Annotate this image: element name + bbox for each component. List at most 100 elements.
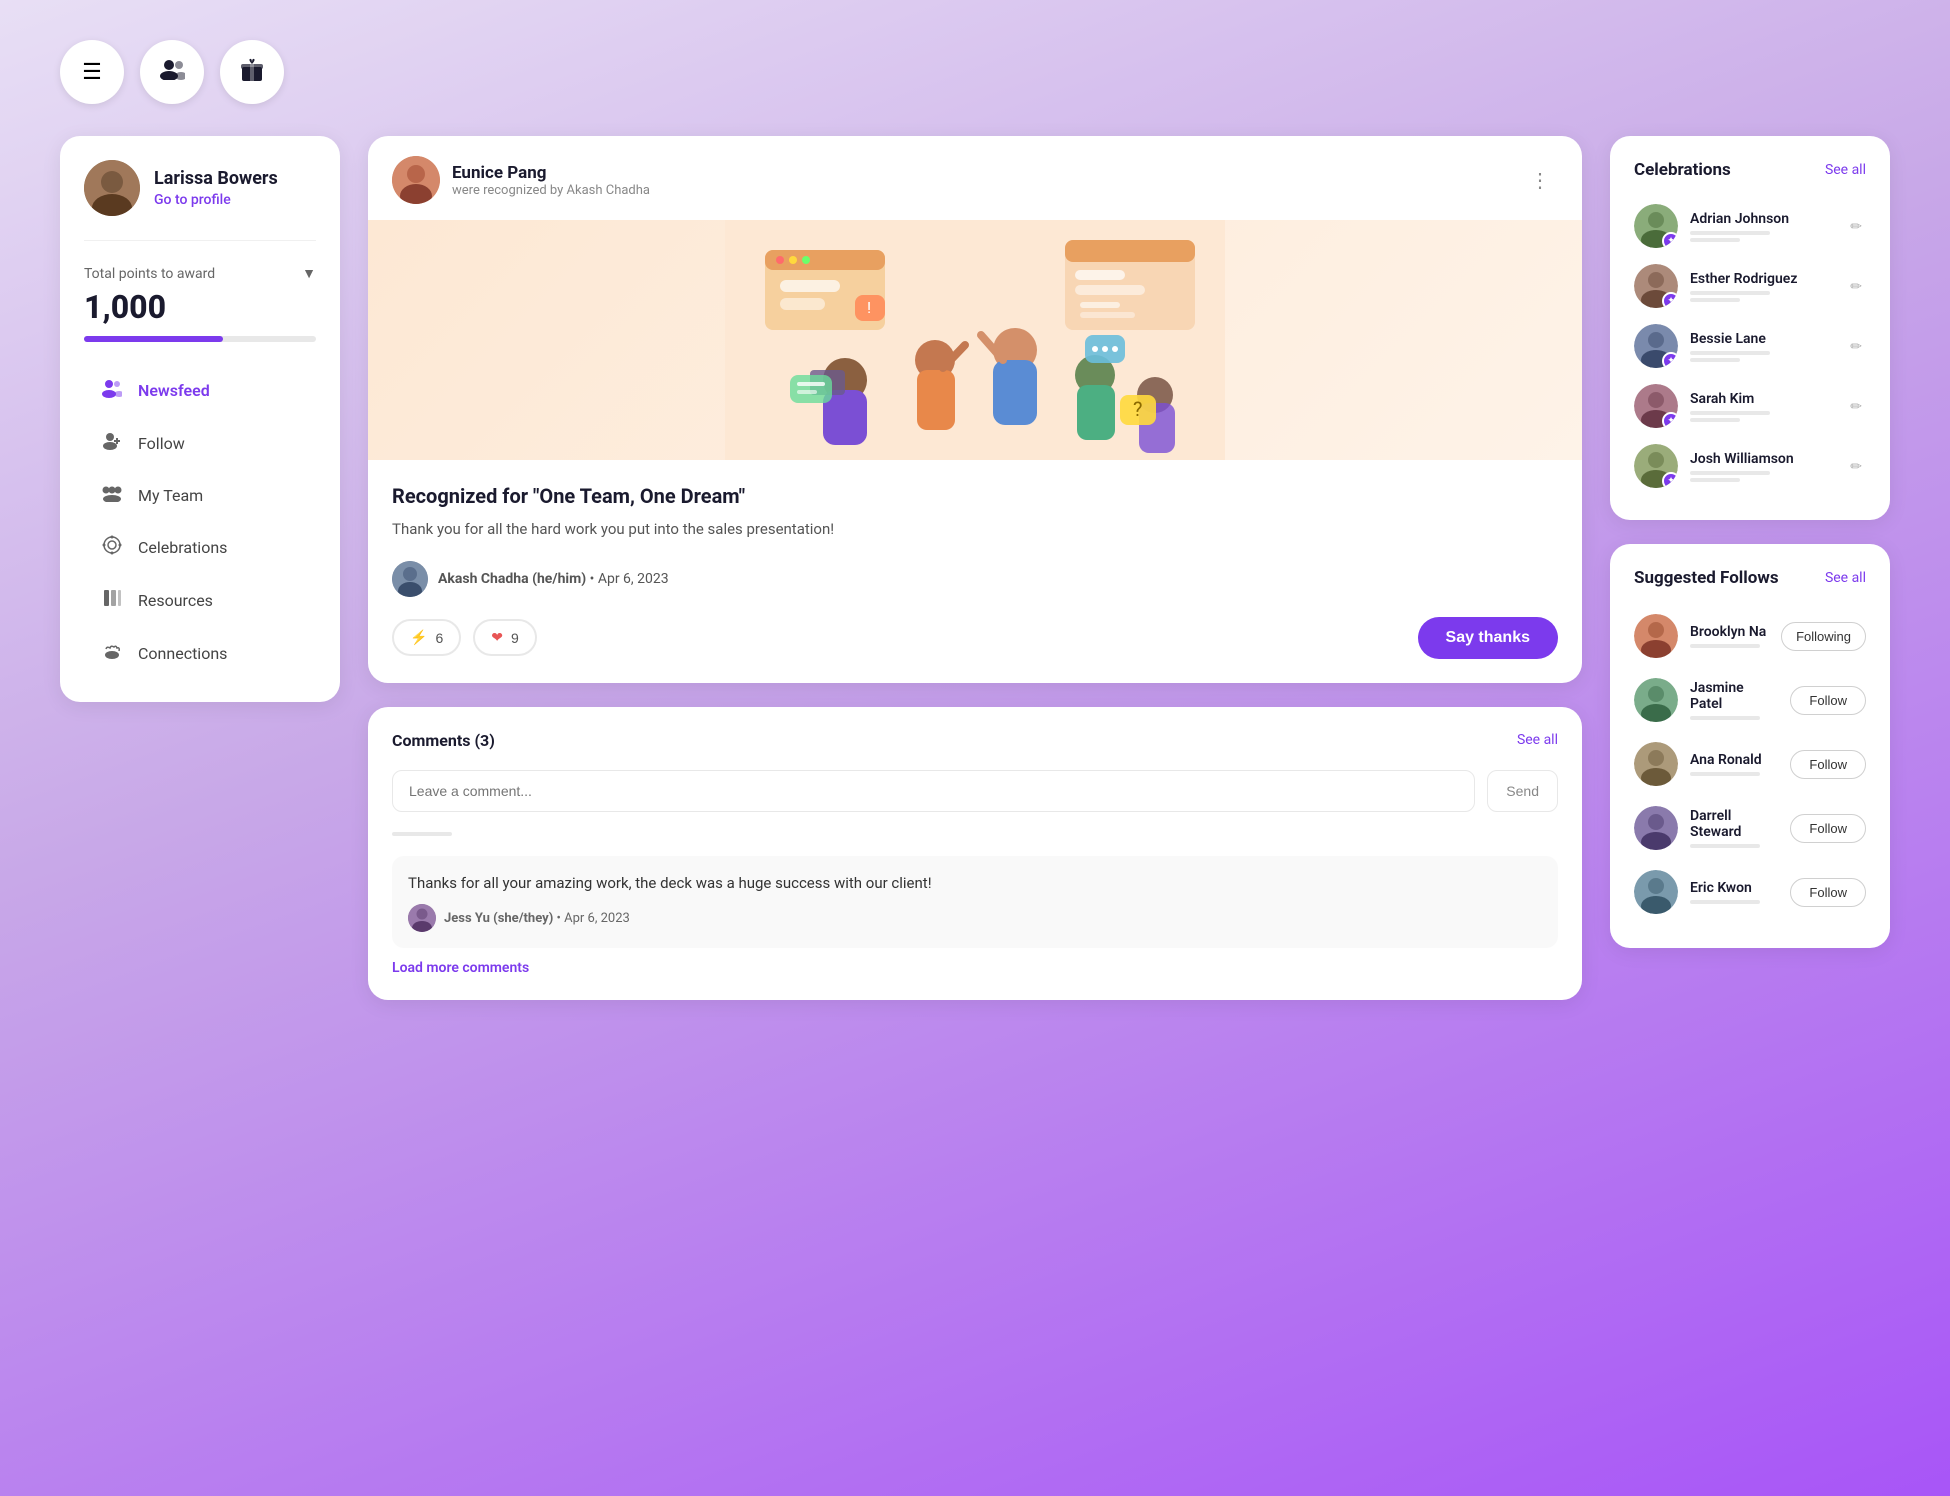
comment-author-avatar	[408, 904, 436, 932]
celebration-info: Esther Rodriguez	[1690, 271, 1834, 302]
newsfeed-icon	[100, 378, 124, 403]
post-user-name: Eunice Pang	[452, 163, 650, 183]
post-meta: Akash Chadha (he/him) • Apr 6, 2023	[392, 561, 1558, 597]
sidebar-item-resources[interactable]: Resources	[84, 576, 316, 625]
suggestion-info: Brooklyn Na	[1690, 624, 1769, 648]
follow-button[interactable]: Follow	[1790, 686, 1866, 715]
sidebar-item-connections[interactable]: Connections	[84, 629, 316, 678]
lightning-count: 6	[435, 630, 443, 646]
comment-item: Thanks for all your amazing work, the de…	[392, 856, 1558, 949]
post-author-avatar	[392, 156, 440, 204]
post-author-avatar-small	[392, 561, 428, 597]
follow-icon	[100, 431, 124, 456]
svg-text:?: ?	[1133, 397, 1142, 421]
sidebar-item-myteam[interactable]: My Team	[84, 472, 316, 519]
suggestion-bar	[1690, 844, 1760, 848]
celebrations-card: Celebrations See all ✦ Adrian J	[1610, 136, 1890, 520]
sidebar-item-newsfeed[interactable]: Newsfeed	[84, 366, 316, 415]
celebration-item: ✦ Esther Rodriguez ✏	[1634, 256, 1866, 316]
profile-section: Larissa Bowers Go to profile	[84, 160, 316, 241]
celebration-edit-button[interactable]: ✏	[1846, 214, 1866, 239]
heart-reaction-button[interactable]: ❤ 9	[473, 619, 537, 656]
celebration-edit-button[interactable]: ✏	[1846, 274, 1866, 299]
menu-button[interactable]: ☰	[60, 40, 124, 104]
heart-icon: ❤	[491, 629, 503, 646]
celebration-info: Bessie Lane	[1690, 331, 1834, 362]
celebration-edit-button[interactable]: ✏	[1846, 334, 1866, 359]
main-layout: Larissa Bowers Go to profile Total point…	[60, 136, 1890, 1000]
post-header: Eunice Pang were recognized by Akash Cha…	[368, 136, 1582, 220]
connections-icon	[100, 641, 124, 666]
celebrations-list: ✦ Adrian Johnson ✏	[1634, 196, 1866, 496]
suggestion-info: Darrell Steward	[1690, 808, 1778, 848]
following-button[interactable]: Following	[1781, 622, 1866, 651]
people-icon	[159, 58, 185, 86]
comments-see-all-link[interactable]: See all	[1517, 732, 1558, 748]
people-button[interactable]	[140, 40, 204, 104]
points-value: 1,000	[84, 288, 316, 326]
comment-meta: Jess Yu (she/they) • Apr 6, 2023	[408, 904, 1542, 932]
celebrations-icon	[100, 535, 124, 560]
go-to-profile-link[interactable]: Go to profile	[154, 192, 231, 208]
post-user-subtitle: were recognized by Akash Chadha	[452, 183, 650, 198]
follow-button[interactable]: Follow	[1790, 814, 1866, 843]
celebration-badge-icon: ✦	[1662, 472, 1678, 488]
bar-line-short	[1690, 358, 1740, 362]
celebration-badge-icon: ✦	[1662, 232, 1678, 248]
comment-input[interactable]	[392, 770, 1475, 812]
gift-button[interactable]	[220, 40, 284, 104]
points-dropdown-icon[interactable]: ▼	[302, 265, 316, 282]
sidebar-item-follow[interactable]: Follow	[84, 419, 316, 468]
celebration-avatar: ✦	[1634, 204, 1678, 248]
celebrations-header: Celebrations See all	[1634, 160, 1866, 180]
suggested-follows-see-all-link[interactable]: See all	[1825, 570, 1866, 586]
post-actions: ⚡ 6 ❤ 9 Say thanks	[392, 617, 1558, 659]
lightning-reaction-button[interactable]: ⚡ 6	[392, 619, 461, 656]
follow-button[interactable]: Follow	[1790, 878, 1866, 907]
profile-info: Larissa Bowers Go to profile	[154, 168, 278, 208]
suggestion-name: Brooklyn Na	[1690, 624, 1769, 640]
comment-author-text: Jess Yu (she/they) • Apr 6, 2023	[444, 911, 630, 926]
follow-button[interactable]: Follow	[1790, 750, 1866, 779]
celebration-name: Adrian Johnson	[1690, 211, 1834, 227]
say-thanks-button[interactable]: Say thanks	[1418, 617, 1558, 659]
right-panel: Celebrations See all ✦ Adrian J	[1610, 136, 1890, 948]
suggestion-info: Jasmine Patel	[1690, 680, 1778, 720]
post-card: Eunice Pang were recognized by Akash Cha…	[368, 136, 1582, 683]
suggestion-name: Eric Kwon	[1690, 880, 1778, 896]
post-more-button[interactable]: ⋮	[1522, 164, 1558, 197]
comment-input-row: Send	[392, 770, 1558, 812]
resources-icon	[100, 588, 124, 613]
suggested-follows-title: Suggested Follows	[1634, 568, 1779, 588]
suggestion-item: Eric Kwon Follow	[1634, 860, 1866, 924]
celebrations-title: Celebrations	[1634, 160, 1731, 180]
celebration-name: Esther Rodriguez	[1690, 271, 1834, 287]
sidebar-item-label: Follow	[138, 434, 185, 453]
suggestion-item: Brooklyn Na Following	[1634, 604, 1866, 668]
suggestion-item: Ana Ronald Follow	[1634, 732, 1866, 796]
heart-count: 9	[511, 630, 519, 646]
celebration-edit-button[interactable]: ✏	[1846, 454, 1866, 479]
suggestion-info: Ana Ronald	[1690, 752, 1778, 776]
send-comment-button[interactable]: Send	[1487, 770, 1558, 812]
comments-title: Comments (3)	[392, 731, 495, 750]
bar-line-long	[1690, 231, 1770, 235]
celebration-edit-button[interactable]: ✏	[1846, 394, 1866, 419]
suggestion-item: Darrell Steward Follow	[1634, 796, 1866, 860]
points-progress-bar	[84, 336, 316, 342]
bar-line-long	[1690, 411, 1770, 415]
sidebar-nav: Newsfeed Follow	[84, 366, 316, 678]
comments-header: Comments (3) See all	[392, 731, 1558, 750]
sidebar-item-label: Celebrations	[138, 538, 227, 557]
load-more-comments-link[interactable]: Load more comments	[392, 960, 1558, 976]
feed-section: Eunice Pang were recognized by Akash Cha…	[368, 136, 1582, 1000]
more-dots-icon: ⋮	[1530, 170, 1550, 192]
sidebar-item-celebrations[interactable]: Celebrations	[84, 523, 316, 572]
celebration-item: ✦ Adrian Johnson ✏	[1634, 196, 1866, 256]
celebrations-see-all-link[interactable]: See all	[1825, 162, 1866, 178]
sidebar: Larissa Bowers Go to profile Total point…	[60, 136, 340, 702]
celebration-bars	[1690, 411, 1834, 422]
myteam-icon	[100, 484, 124, 507]
top-navigation: ☰	[60, 40, 1890, 104]
points-progress-fill	[84, 336, 223, 342]
